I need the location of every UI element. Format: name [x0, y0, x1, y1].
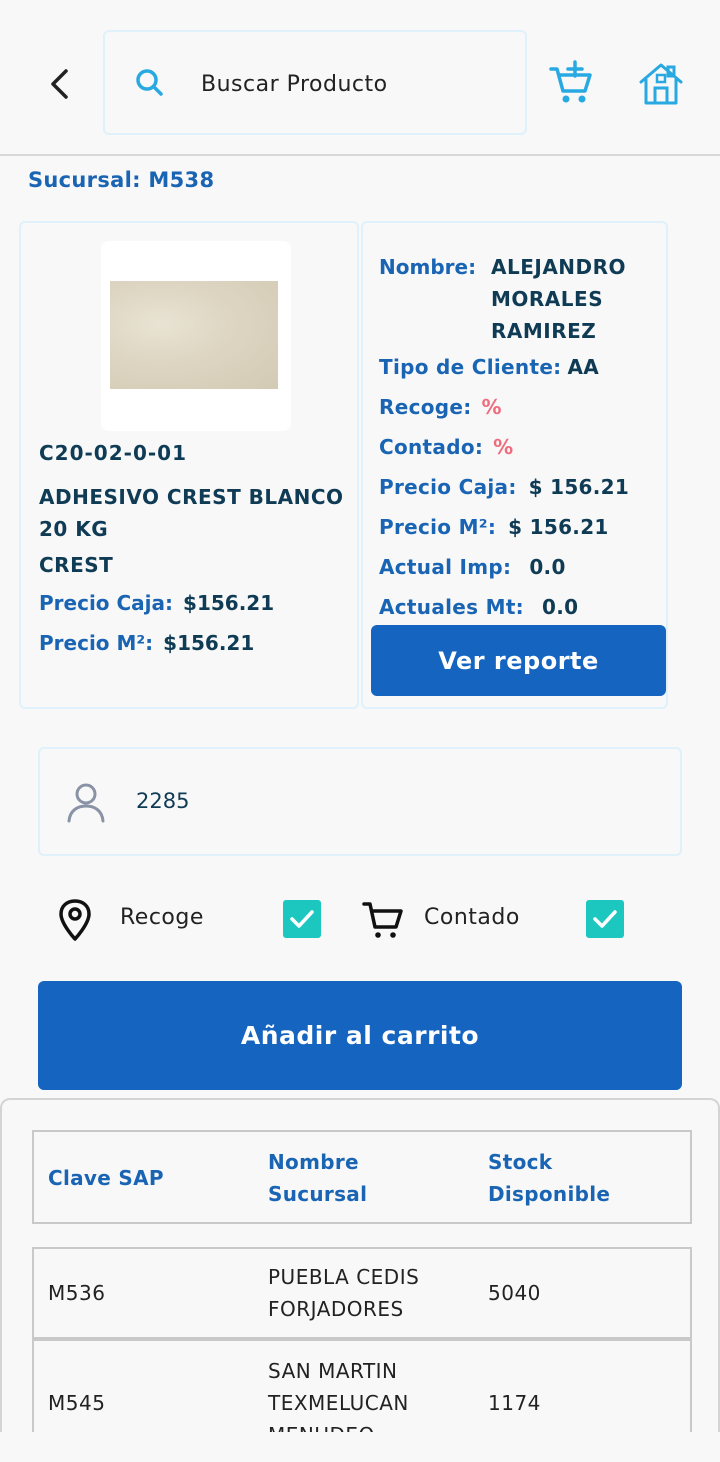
recoge-option-label: Recoge — [120, 905, 204, 930]
client-type: Tipo de Cliente: AA — [379, 355, 599, 379]
view-report-button[interactable]: Ver reporte — [371, 625, 666, 696]
product-box-price: Precio Caja: $156.21 — [39, 591, 274, 615]
product-brand: CREST — [39, 553, 114, 577]
column-header-nombre: Nombre Sucursal — [268, 1150, 368, 1206]
contado-option-label: Contado — [424, 905, 520, 930]
product-m2-price-label: Precio M²: — [39, 631, 154, 655]
client-box-price-value: $ 156.21 — [528, 475, 630, 499]
client-m2-price-label: Precio M²: — [379, 515, 497, 539]
bottom-system-bar — [0, 1432, 720, 1462]
client-type-value: AA — [567, 355, 600, 379]
stock-table-panel: Clave SAP Nombre Sucursal Stock Disponib… — [0, 1098, 720, 1462]
product-tile-image — [110, 281, 278, 389]
client-recoge: Recoge:% — [379, 395, 502, 419]
user-icon — [64, 781, 108, 829]
product-m2-price-value: $156.21 — [163, 631, 255, 655]
product-image — [101, 241, 291, 431]
recoge-checkbox[interactable] — [283, 900, 321, 938]
client-m2-price: Precio M²: $ 156.21 — [379, 515, 609, 539]
product-m2-price: Precio M²: $156.21 — [39, 631, 254, 655]
product-code: C20-02-0-01 — [39, 441, 187, 465]
cell-clave: M545 — [48, 1391, 106, 1415]
column-header-clave: Clave SAP — [48, 1166, 164, 1190]
home-icon — [639, 63, 683, 105]
checkmark-icon — [290, 910, 314, 928]
product-box-price-value: $156.21 — [183, 591, 275, 615]
column-header-stock: Stock Disponible — [488, 1150, 611, 1206]
back-button[interactable] — [40, 62, 80, 106]
client-contado-label: Contado: — [379, 435, 484, 459]
client-name: Nombre: ALEJANDRO MORALES RAMIREZ — [379, 251, 626, 343]
shopping-cart-icon — [362, 900, 404, 944]
top-bar — [0, 0, 720, 156]
client-number-input[interactable] — [136, 781, 536, 821]
product-card: C20-02-0-01 ADHESIVO CREST BLANCO 20 KG … — [19, 221, 359, 709]
table-header: Clave SAP Nombre Sucursal Stock Disponib… — [32, 1130, 692, 1224]
product-name: ADHESIVO CREST BLANCO 20 KG — [39, 485, 344, 541]
client-m2-price-value: $ 156.21 — [508, 515, 609, 539]
cell-nombre: PUEBLA CEDIS FORJADORES — [268, 1265, 420, 1321]
branch-label: Sucursal: M538 — [28, 168, 214, 192]
add-cart-button[interactable] — [548, 60, 594, 110]
cell-stock: 1174 — [488, 1391, 541, 1415]
client-recoge-value: % — [481, 395, 502, 419]
branch-code: M538 — [148, 168, 215, 192]
search-icon — [135, 68, 165, 102]
checkmark-icon — [593, 910, 617, 928]
client-box-price-label: Precio Caja: — [379, 475, 517, 499]
client-contado-value: % — [493, 435, 514, 459]
client-number-field[interactable] — [38, 747, 682, 856]
chevron-left-icon — [51, 69, 68, 99]
search-box[interactable] — [103, 30, 527, 135]
add-to-cart-button[interactable]: Añadir al carrito — [38, 981, 682, 1090]
client-actual-imp-label: Actual Imp: — [379, 555, 512, 579]
client-name-label: Nombre: — [379, 255, 477, 279]
table-row[interactable]: M536 PUEBLA CEDIS FORJADORES 5040 — [32, 1247, 692, 1339]
client-actual-imp-value: 0.0 — [529, 555, 566, 579]
product-box-price-label: Precio Caja: — [39, 591, 174, 615]
client-actuales-mt-value: 0.0 — [541, 595, 579, 619]
branch-label-text: Sucursal: — [28, 168, 141, 192]
client-actual-imp: Actual Imp: 0.0 — [379, 555, 566, 579]
client-actuales-mt: Actuales Mt: 0.0 — [379, 595, 578, 619]
client-actuales-mt-label: Actuales Mt: — [379, 595, 524, 619]
contado-checkbox[interactable] — [586, 900, 624, 938]
cart-plus-icon — [549, 60, 592, 103]
search-input[interactable] — [201, 62, 501, 106]
client-box-price: Precio Caja: $ 156.21 — [379, 475, 629, 499]
home-button[interactable] — [638, 62, 684, 110]
cell-stock: 5040 — [488, 1281, 541, 1305]
client-name-value: ALEJANDRO MORALES RAMIREZ — [491, 255, 627, 343]
cell-clave: M536 — [48, 1281, 106, 1305]
client-type-label: Tipo de Cliente: — [379, 355, 562, 379]
client-recoge-label: Recoge: — [379, 395, 472, 419]
location-pin-icon — [56, 898, 94, 946]
client-contado: Contado:% — [379, 435, 514, 459]
